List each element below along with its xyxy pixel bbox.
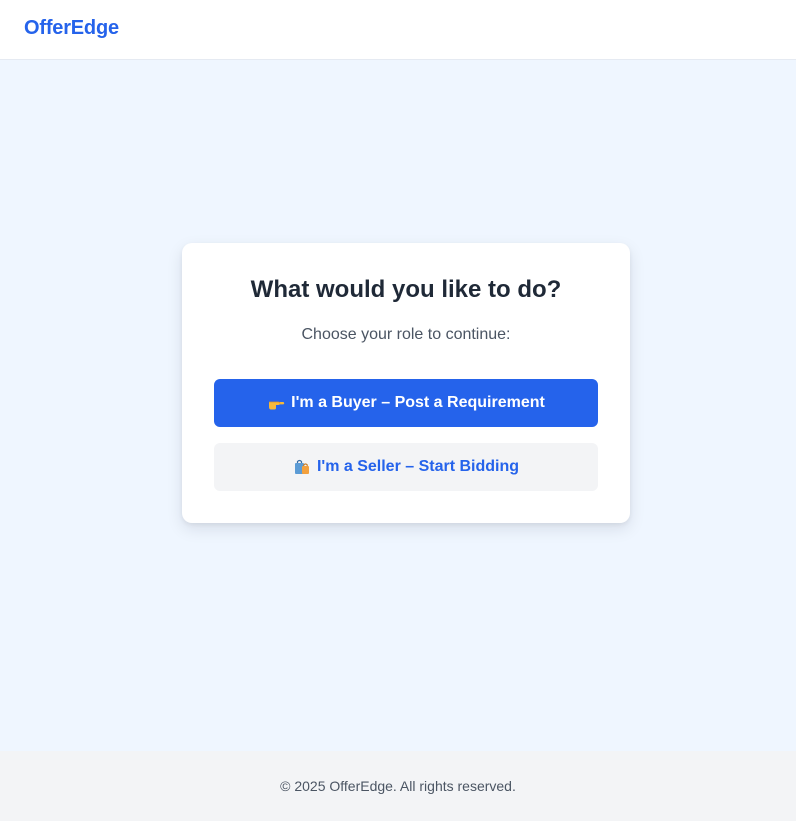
brand-logo-link[interactable]: OfferEdge (24, 17, 119, 40)
page-footer: © 2025 OfferEdge. All rights reserved. (0, 751, 796, 821)
card-subtitle: Choose your role to continue: (301, 326, 511, 343)
pointing-hand-icon (267, 394, 285, 412)
role-selection-card: What would you like to do? Choose your r… (182, 243, 630, 523)
buyer-button-label: I'm a Buyer – Post a Requirement (291, 394, 545, 411)
card-title: What would you like to do? (250, 276, 562, 303)
seller-button-label: I'm a Seller – Start Bidding (316, 458, 520, 475)
seller-button[interactable]: I'm a Seller – Start Bidding (214, 443, 598, 491)
top-header: OfferEdge (0, 0, 796, 60)
main-content: What would you like to do? Choose your r… (0, 60, 796, 751)
shopping-bags-icon (293, 458, 311, 476)
buyer-button[interactable]: I'm a Buyer – Post a Requirement (214, 379, 598, 427)
copyright-text: © 2025 OfferEdge. All rights reserved. (280, 778, 516, 794)
